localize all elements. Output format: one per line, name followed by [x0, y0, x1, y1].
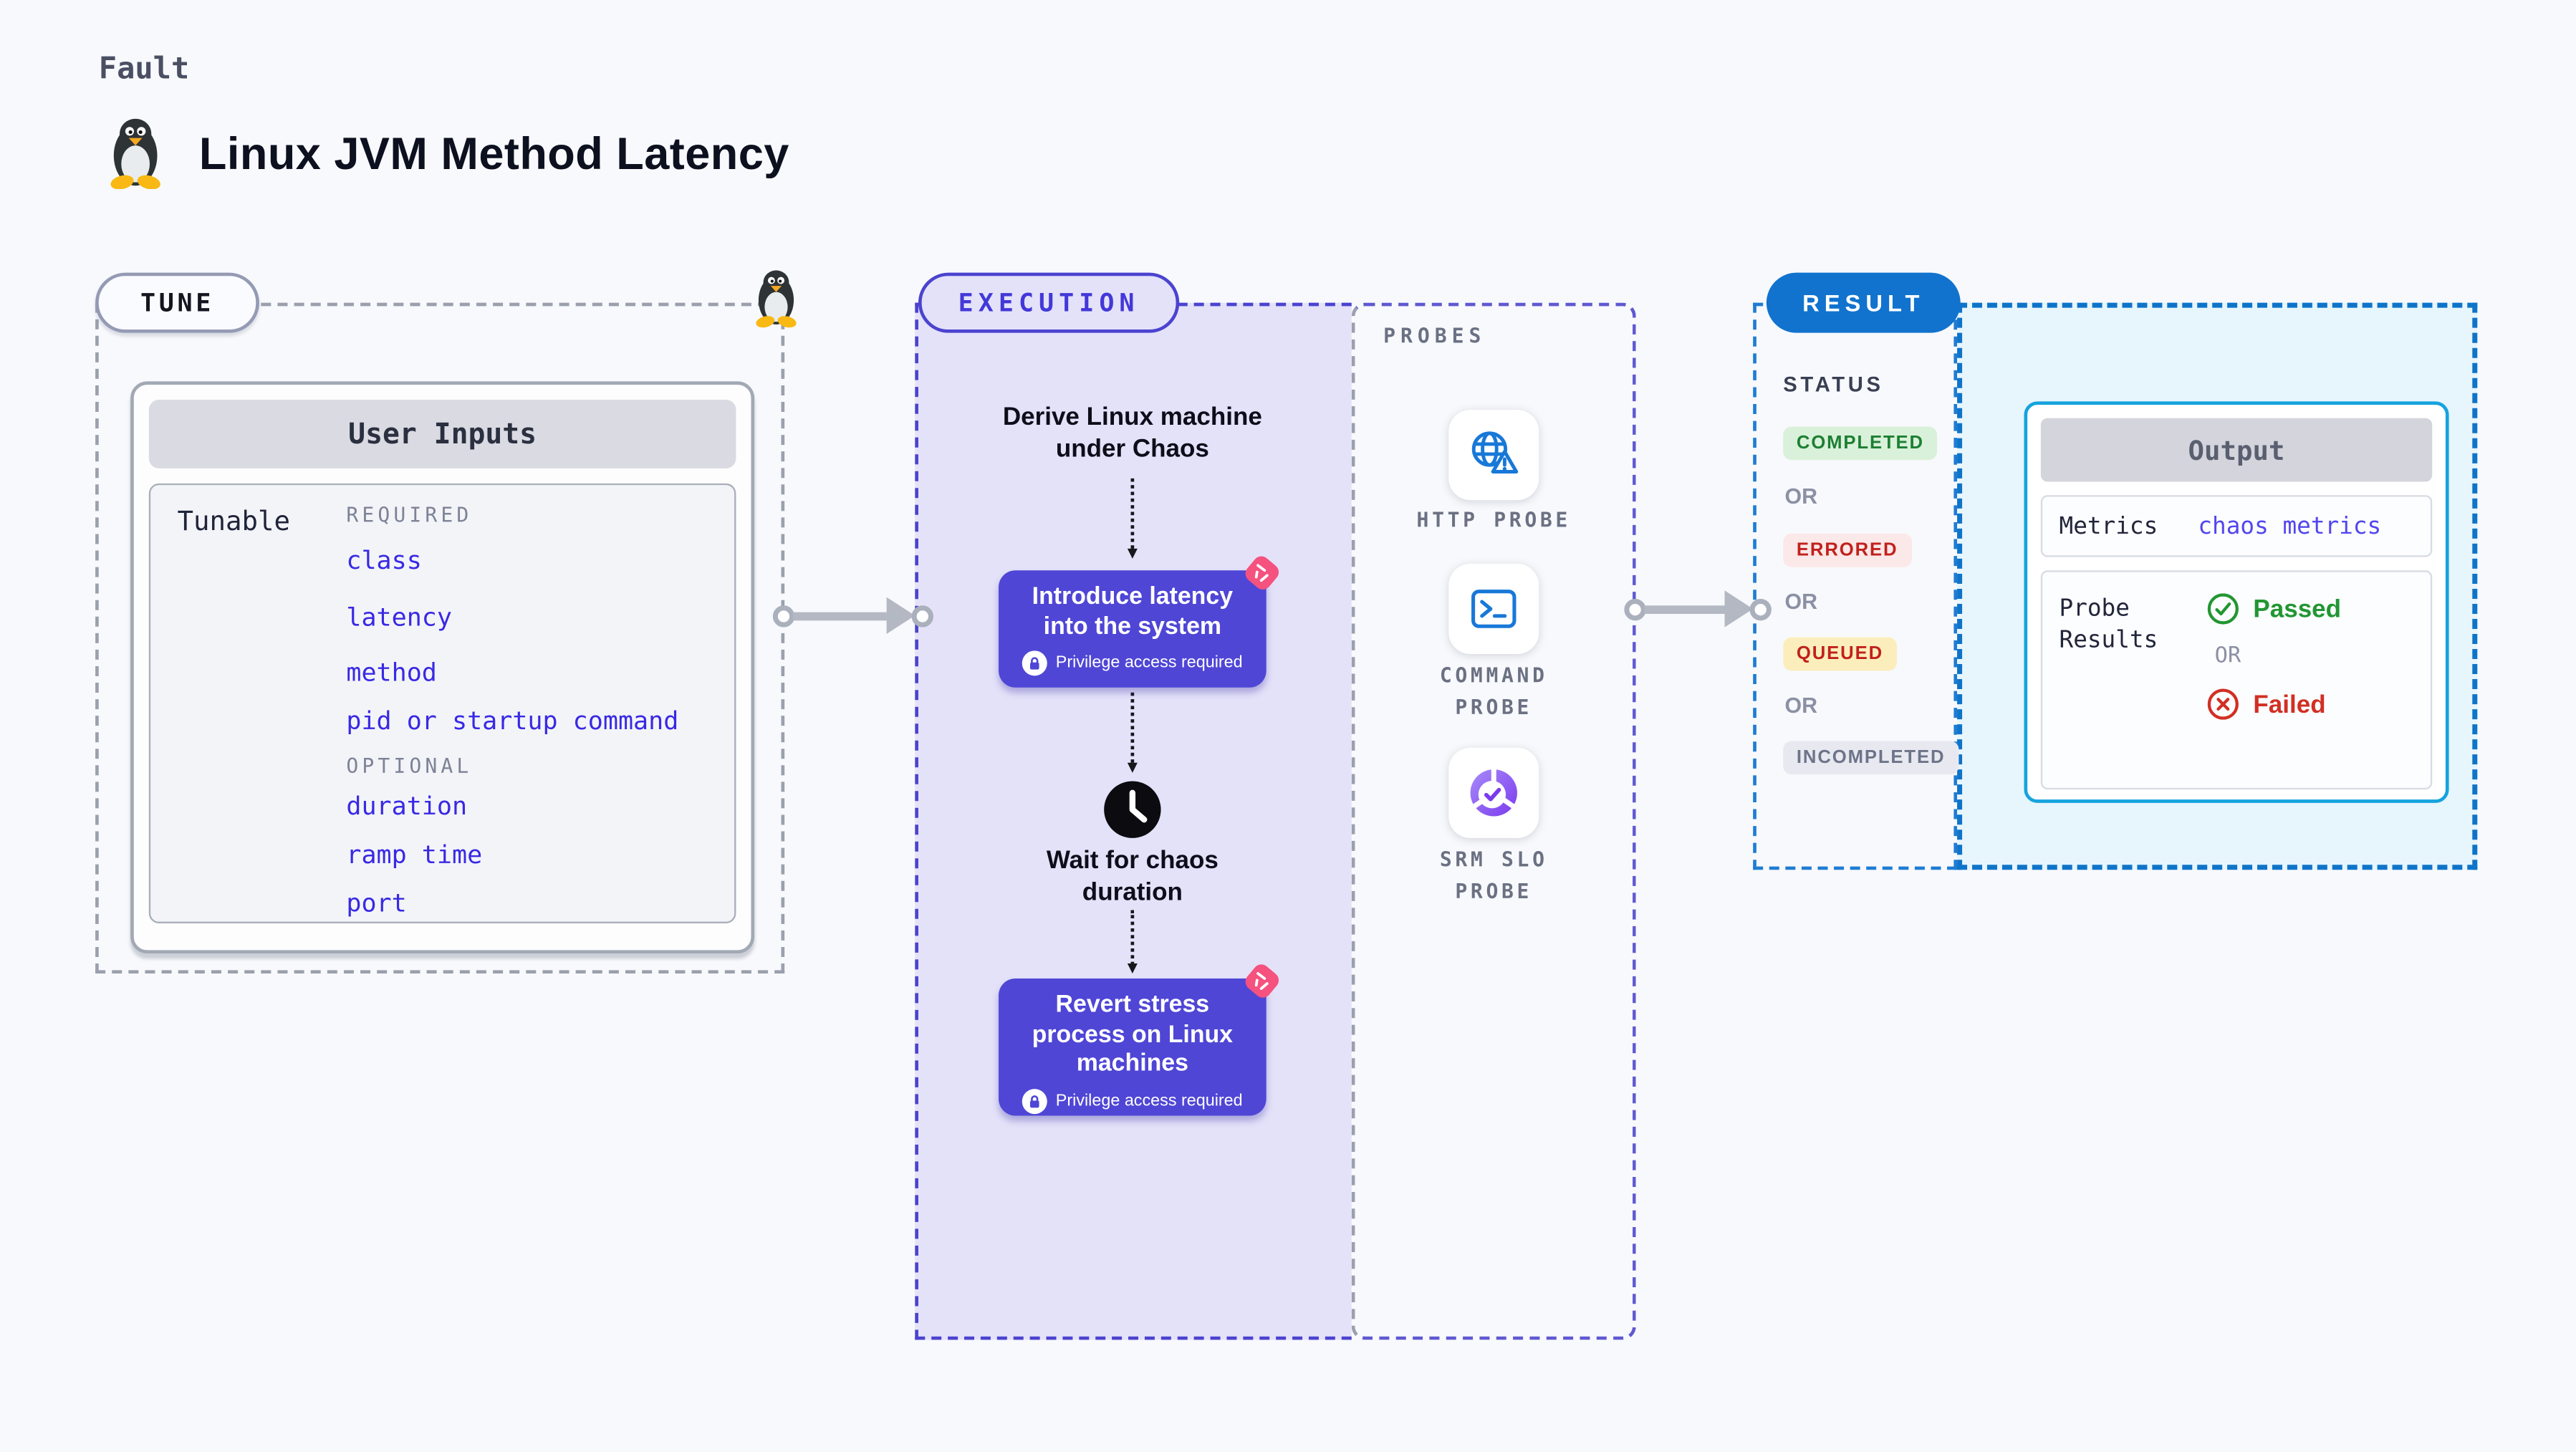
revert-stress-step: Revert stress process on Linux machines …	[999, 961, 1282, 1116]
metrics-row: Metrics chaos metrics	[2040, 495, 2433, 557]
or-label: OR	[1784, 588, 1818, 614]
derive-step-text: Derive Linux machine under Chaos	[1002, 403, 1262, 464]
user-inputs-body: Tunable REQUIRED class latency method pi…	[148, 483, 736, 923]
introduce-latency-title: Introduce latency into the system	[1032, 583, 1234, 640]
srm-slo-probe-card	[1448, 747, 1539, 838]
optional-label: OPTIONAL	[346, 754, 473, 778]
param-duration[interactable]: duration	[346, 793, 678, 819]
status-label: STATUS	[1783, 372, 1884, 397]
lock-icon	[1022, 651, 1048, 677]
output-title: Output	[2040, 418, 2433, 482]
arrow-head	[1724, 590, 1754, 628]
lock-icon	[1022, 1089, 1048, 1115]
status-badge-queued: QUEUED	[1783, 637, 1897, 671]
or-label: OR	[1784, 692, 1818, 718]
probe-results-label: Probe Results	[2059, 595, 2158, 654]
or-label: OR	[2214, 644, 2241, 670]
flow-connector	[1127, 478, 1138, 559]
param-method[interactable]: method	[346, 659, 678, 686]
tunable-label: Tunable	[177, 505, 290, 537]
or-label: OR	[1784, 483, 1818, 509]
required-label: REQUIRED	[346, 503, 473, 527]
command-probe-label: COMMAND PROBE	[1439, 664, 1548, 719]
probes-section-label: PROBES	[1383, 324, 1486, 348]
tune-to-execution-arrow	[772, 597, 933, 635]
status-badge-errored: ERRORED	[1783, 533, 1912, 567]
http-probe-card	[1448, 410, 1539, 501]
wait-step-text: Wait for chaos duration	[1046, 846, 1219, 908]
arrow-node-dot	[1624, 597, 1646, 620]
clock-icon	[1102, 779, 1163, 840]
fault-diagram: Fault Linux JVM Method Latency TUNE User…	[0, 0, 2576, 1452]
user-inputs-card: User Inputs Tunable REQUIRED class laten…	[130, 381, 755, 954]
slo-donut-check-icon	[1470, 767, 1517, 817]
introduce-latency-step: Introduce latency into the system Privil…	[999, 552, 1282, 688]
status-badge-completed: COMPLETED	[1783, 426, 1938, 461]
metrics-value-link[interactable]: chaos metrics	[2198, 513, 2381, 539]
linux-penguin-icon	[110, 118, 160, 189]
linux-penguin-icon	[756, 270, 797, 328]
param-port[interactable]: port	[346, 890, 678, 916]
flow-connector	[1127, 910, 1138, 974]
metrics-label: Metrics	[2059, 512, 2158, 540]
execution-pill: EXECUTION	[918, 272, 1180, 333]
passed-row: Passed	[2206, 592, 2341, 626]
failed-row: Failed	[2206, 688, 2341, 721]
page-title: Linux JVM Method Latency	[198, 128, 789, 179]
arrow-node-dot	[911, 605, 933, 627]
param-ramp-time[interactable]: ramp time	[346, 842, 678, 868]
failed-label: Failed	[2253, 690, 2326, 718]
param-pid-or-startup-command[interactable]: pid or startup command	[346, 708, 678, 734]
privilege-note-row: Privilege access required	[999, 651, 1267, 677]
privilege-note-row: Privilege access required	[999, 1089, 1267, 1115]
srm-slo-probe-label: SRM SLO PROBE	[1439, 847, 1548, 903]
status-badge-incompleted: INCOMPLETED	[1783, 741, 1959, 775]
result-pill: RESULT	[1766, 272, 1961, 333]
user-inputs-title: User Inputs	[148, 400, 736, 468]
chaos-pinwheel-icon	[1241, 961, 1282, 1001]
fault-kicker: Fault	[98, 52, 190, 87]
output-card: Output Metrics chaos metrics Probe Resul…	[2024, 401, 2449, 803]
x-circle-icon	[2207, 688, 2239, 720]
probe-results-row: Probe Results Passed OR Failed	[2040, 570, 2433, 790]
revert-stress-title: Revert stress process on Linux machines	[1032, 991, 1234, 1078]
arrow-node-dot	[1749, 597, 1772, 620]
privilege-note: Privilege access required	[1055, 654, 1243, 673]
globe-warning-icon	[1471, 431, 1519, 473]
flow-connector	[1127, 692, 1138, 773]
terminal-icon	[1471, 590, 1517, 628]
arrow-node-dot	[772, 605, 795, 627]
command-probe-card	[1448, 563, 1539, 655]
arrow-head	[886, 597, 915, 635]
passed-label: Passed	[2253, 595, 2342, 623]
check-circle-icon	[2207, 593, 2239, 625]
execution-to-result-arrow	[1624, 590, 1772, 628]
privilege-note: Privilege access required	[1055, 1092, 1243, 1111]
param-latency[interactable]: latency	[346, 604, 678, 630]
http-probe-label: HTTP PROBE	[1416, 508, 1571, 532]
param-class[interactable]: class	[346, 547, 678, 574]
tune-pill: TUNE	[95, 272, 259, 333]
chaos-pinwheel-icon	[1241, 552, 1282, 593]
